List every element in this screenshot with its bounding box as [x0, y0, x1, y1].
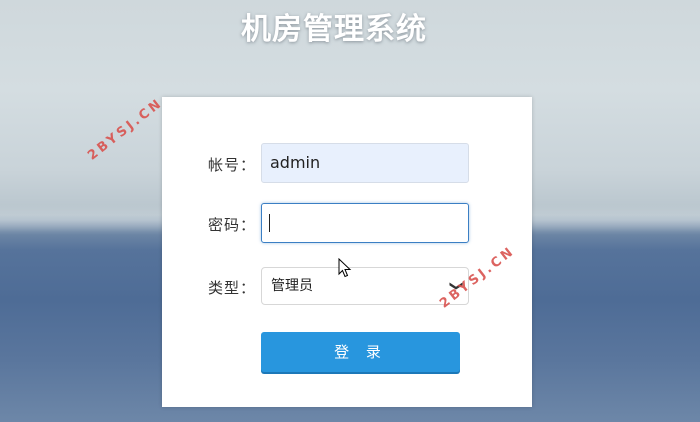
watermark-text: 2BYSJ.CN — [85, 95, 167, 164]
type-selected-value: 管理员 — [271, 278, 313, 294]
mouse-pointer-icon — [338, 258, 352, 278]
account-label: 帐号： — [208, 156, 257, 174]
account-input[interactable]: admin — [261, 143, 469, 183]
page-title: 机房管理系统 — [241, 12, 427, 47]
login-button[interactable]: 登 录 — [261, 332, 460, 372]
password-label: 密码： — [208, 216, 257, 234]
text-caret — [269, 214, 270, 232]
type-label: 类型： — [208, 279, 257, 297]
login-panel: 帐号： admin 密码： 类型： 管理员 ❯ 登 录 — [162, 97, 532, 407]
password-input[interactable] — [261, 203, 469, 243]
background-sea-sky: 机房管理系统 帐号： admin 密码： 类型： 管理员 ❯ 登 录 2BYSJ… — [0, 0, 700, 422]
